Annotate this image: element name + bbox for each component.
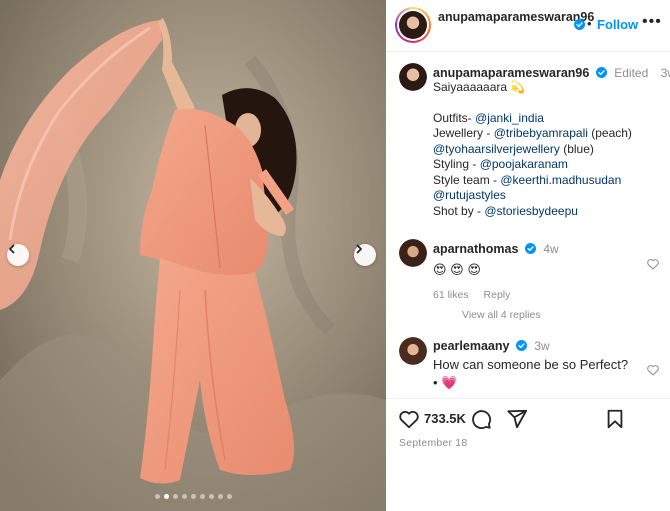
caption-line: Outfits- @janki_india xyxy=(433,111,663,127)
caption-line: Saiyaaaaaara 💫 xyxy=(433,80,663,96)
mention-link[interactable]: @poojakaranam xyxy=(480,157,568,171)
caption-text: Saiyaaaaaara 💫 Outfits- @janki_india Jewel… xyxy=(433,80,663,219)
mention-link[interactable]: @tyohaarsilverjewellery xyxy=(433,142,560,156)
comment-avatar[interactable] xyxy=(399,337,427,365)
next-image-button[interactable] xyxy=(354,244,376,266)
post-photo xyxy=(0,0,386,511)
like-comment-icon[interactable] xyxy=(646,363,660,377)
comment-bubble-icon[interactable] xyxy=(470,408,492,430)
verified-badge-icon xyxy=(574,19,585,30)
mention-link[interactable]: @janki_india xyxy=(475,111,544,125)
like-heart-icon[interactable] xyxy=(398,408,420,430)
mention-link[interactable]: @rutujastyles xyxy=(433,188,506,202)
caption-line: Styling - @poojakaranam xyxy=(433,157,663,173)
post-date: September 18 xyxy=(399,437,468,449)
post-detail-panel: anupamaparameswaran96 • Follow ••• anupa… xyxy=(386,0,670,511)
header-separator: • xyxy=(587,16,592,31)
caption-line xyxy=(433,96,663,111)
post-media[interactable] xyxy=(0,0,386,511)
comment-avatar[interactable] xyxy=(399,239,427,267)
carousel-indicator xyxy=(0,494,386,499)
like-count[interactable]: 733.5K xyxy=(424,411,466,426)
caption-line: Style team - @keerthi.madhusudan xyxy=(433,173,663,189)
carousel-dot xyxy=(172,494,178,499)
caption-username[interactable]: anupamaparameswaran96 xyxy=(433,66,589,80)
caption-text-segment: Jewellery - xyxy=(433,126,494,140)
verified-badge-icon xyxy=(515,340,527,351)
caption-line: @tyohaarsilverjewellery (blue) xyxy=(433,142,663,158)
caption-line: Shot by - @storiesbydeepu xyxy=(433,204,663,220)
comment-username[interactable]: pearlemaany xyxy=(433,339,509,353)
comments-section[interactable]: anupamaparameswaran96 Edited 3w Saiyaaaa… xyxy=(386,53,670,398)
chevron-left-icon xyxy=(9,244,15,254)
carousel-dot xyxy=(181,494,187,499)
comment-item: aparnathomas 4w 😍 😍 😍 61 likes Reply xyxy=(433,240,663,301)
comment-time: 4w xyxy=(543,242,559,256)
like-comment-icon[interactable] xyxy=(646,257,660,271)
comment-text: 😍 😍 😍 xyxy=(433,262,481,277)
caption-text-segment: (blue) xyxy=(559,141,594,156)
caption-text-segment: Outfits- xyxy=(433,110,476,125)
save-bookmark-icon[interactable] xyxy=(604,408,626,430)
caption-text-segment: Styling - xyxy=(433,157,480,171)
share-paper-plane-icon[interactable] xyxy=(506,408,528,430)
reply-button[interactable]: Reply xyxy=(484,289,511,301)
caption-text-segment: Style team - xyxy=(433,172,501,187)
carousel-dot xyxy=(190,494,196,499)
chevron-right-icon xyxy=(356,244,362,254)
carousel-dot xyxy=(154,494,160,499)
carousel-dot xyxy=(217,494,223,499)
comment-item: pearlemaany 3w How can someone be so Per… xyxy=(433,337,663,391)
view-replies-button[interactable]: View all 4 replies xyxy=(462,309,541,321)
comment-text: How can someone be so Perfect? xyxy=(433,357,629,372)
carousel-dot xyxy=(163,494,169,499)
caption-avatar[interactable] xyxy=(399,63,427,91)
caption-text-segment: Shot by - xyxy=(433,203,485,218)
caption-line: Jewellery - @tribebyamrapali (peach) xyxy=(433,126,663,142)
verified-badge-icon xyxy=(524,243,536,254)
caption-text-segment: Saiyaaaaaara 💫 xyxy=(433,80,526,94)
caption-edited-label: Edited xyxy=(614,66,649,80)
mention-link[interactable]: @keerthi.madhusudan xyxy=(500,173,621,187)
caption-line: @rutujastyles xyxy=(433,188,663,204)
carousel-dot xyxy=(199,494,205,499)
author-avatar[interactable] xyxy=(395,7,431,43)
mention-link[interactable]: @storiesbydeepu xyxy=(484,204,578,218)
caption-time: 3w xyxy=(660,66,670,80)
carousel-dot xyxy=(226,494,232,499)
comment-username[interactable]: aparnathomas xyxy=(433,242,518,256)
carousel-dot xyxy=(208,494,214,499)
mention-link[interactable]: @tribebyamrapali xyxy=(494,126,588,140)
caption-text-segment: (peach) xyxy=(587,126,632,140)
verified-badge-icon xyxy=(595,67,607,78)
more-options-button[interactable]: ••• xyxy=(642,14,662,30)
follow-button[interactable]: Follow xyxy=(597,17,638,32)
comment-likes[interactable]: 61 likes xyxy=(433,289,469,301)
post-actions-bar: 733.5K September 18 xyxy=(386,398,670,511)
comment-text-continued: • 💗 xyxy=(433,375,458,390)
comment-actions: 61 likes Reply xyxy=(433,289,663,301)
previous-image-button[interactable] xyxy=(7,244,29,266)
comment-time: 3w xyxy=(534,339,550,353)
post-header: anupamaparameswaran96 • Follow ••• xyxy=(386,0,670,52)
